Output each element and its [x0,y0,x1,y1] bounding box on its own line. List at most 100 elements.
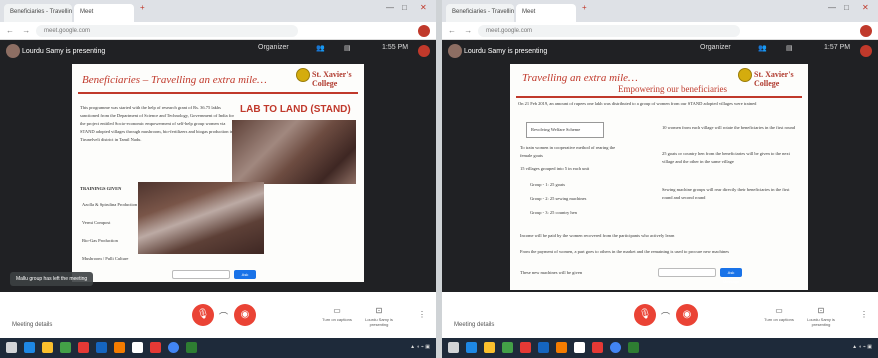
trainings-heading: TRAININGS GIVEN [80,186,122,191]
income-bullet: From the payment of women, a part goes t… [520,249,729,254]
meeting-details-button[interactable]: Meeting details [454,322,494,328]
meet-controls: Meeting details 🎙 ⌒ ◉ ▭ Turn on captions … [442,292,878,338]
college-name: St. Xavier's College [754,70,794,88]
income-bullet: These new machines will be given [520,270,583,275]
profile-icon[interactable] [860,25,872,37]
tab-meet[interactable]: Meet [516,4,576,22]
shared-slide: Travelling an extra mile… Empowering our… [510,64,808,290]
app-icon[interactable] [502,342,513,353]
slide-send-button[interactable]: Ask Message [234,270,256,282]
slide-send-button[interactable]: Ask Message [720,268,742,284]
clock: 1:55 PM [382,44,409,51]
app-icon[interactable] [78,342,89,353]
address-bar: ← → ⟳ meet.google.com [0,22,436,40]
college-logo-icon [738,68,752,82]
captions-icon: ▭ [775,306,783,315]
app-icon[interactable] [132,342,143,353]
present-button[interactable]: ⊡ Lourdu Samy is presenting [362,306,396,327]
app-icon[interactable] [520,342,531,353]
minimize-icon[interactable]: — [828,3,836,12]
url-field[interactable]: meet.google.com [36,25,298,37]
meet-top-bar: Lourdu Samy is presenting Organizer 👥 ▤ … [442,40,878,64]
camera-off-icon[interactable]: ◉ [676,304,698,326]
app-icon[interactable] [150,342,161,353]
present-icon: ⊡ [817,306,825,315]
minimize-icon[interactable]: — [386,3,394,12]
shared-slide: Beneficiaries – Travelling an extra mile… [72,64,364,282]
chrome-icon[interactable] [610,342,621,353]
training-item: Mushroom / Pulli Culture [82,256,129,261]
presenter-avatar [6,44,20,58]
more-options-icon[interactable]: ⋮ [860,310,868,319]
new-tab-icon[interactable]: + [140,3,145,12]
taskbar: ▲ ◖ ⌁ ▣ [442,338,878,358]
tab-slides[interactable]: Beneficiaries - Travelling an extra mile [446,4,514,22]
tab-meet[interactable]: Meet [74,4,134,22]
slide-subtitle: Empowering our beneficiaries [618,84,727,94]
camera-off-icon[interactable]: ◉ [234,304,256,326]
scheme-bullet: Group - 1: 25 goats [530,182,565,187]
edge-icon[interactable] [24,342,35,353]
scheme-box: Revolving Welfare Scheme [526,122,604,138]
app-icon[interactable] [538,342,549,353]
slide-title: Beneficiaries – Travelling an extra mile… [82,74,267,86]
mic-off-icon[interactable]: 🎙 [634,304,656,326]
title-rule [78,92,358,94]
app-icon[interactable] [114,342,125,353]
college-logo-icon [296,68,310,82]
app-icon[interactable] [96,342,107,353]
user-avatar[interactable] [860,45,872,57]
left-meeting-toast: Mallu group has left the meeting [10,272,94,286]
more-options-icon[interactable]: ⋮ [418,310,426,319]
new-tab-icon[interactable]: + [582,3,587,12]
explorer-icon[interactable] [42,342,53,353]
profile-icon[interactable] [418,25,430,37]
captions-button[interactable]: ▭ Turn on captions [320,306,354,322]
present-button[interactable]: ⊡ Lourdu Samy is presenting [804,306,838,327]
end-call-icon[interactable]: ⌒ [661,310,670,323]
system-tray: ▲ ◖ ⌁ ▣ [852,344,872,350]
app-icon[interactable] [556,342,567,353]
meet-top-bar: Lourdu Samy is presenting Organizer 👥 ▤ … [0,40,436,64]
chat-icon[interactable]: ▤ [786,44,793,52]
right-screen: Beneficiaries - Travelling an extra mile… [442,0,878,358]
app-icon[interactable] [628,342,639,353]
url-field[interactable]: meet.google.com [478,25,740,37]
stand-heading: LAB TO LAND (STAND) [240,104,351,115]
app-icon[interactable] [186,342,197,353]
people-icon[interactable]: 👥 [758,44,767,52]
user-avatar[interactable] [418,45,430,57]
training-item: Bio-Gas Production [82,238,118,243]
slide-message-input[interactable] [658,268,716,277]
maximize-icon[interactable]: □ [844,3,849,12]
organizer-label: Organizer [700,44,731,51]
chat-icon[interactable]: ▤ [344,44,351,52]
tab-bar: Beneficiaries - Travelling an extra mile… [442,0,878,22]
scheme-bullet: Group - 3: 25 country hen [530,210,577,215]
explorer-icon[interactable] [484,342,495,353]
end-call-icon[interactable]: ⌒ [219,310,228,323]
captions-button[interactable]: ▭ Turn on captions [762,306,796,322]
training-item: Vermi Compost [82,220,111,225]
edge-icon[interactable] [466,342,477,353]
people-icon[interactable]: 👥 [316,44,325,52]
close-icon[interactable]: ✕ [862,3,869,12]
close-icon[interactable]: ✕ [420,3,427,12]
slide-message-input[interactable] [172,270,230,279]
scheme-bullet: Group - 2: 25 sewing machines [530,196,587,201]
app-icon[interactable] [574,342,585,353]
app-icon[interactable] [60,342,71,353]
windows-start-icon[interactable] [6,342,17,353]
mic-off-icon[interactable]: 🎙 [192,304,214,326]
chrome-icon[interactable] [168,342,179,353]
college-name: St. Xavier's College [312,70,352,88]
maximize-icon[interactable]: □ [402,3,407,12]
app-icon[interactable] [592,342,603,353]
presenter-label: Lourdu Samy is presenting [22,48,106,55]
windows-start-icon[interactable] [448,342,459,353]
presenter-avatar [448,44,462,58]
clock: 1:57 PM [824,44,851,51]
scheme-label: Revolving Welfare Scheme [531,127,581,132]
tab-slides[interactable]: Beneficiaries - Travelling an extra mile [4,4,72,22]
meeting-details-button[interactable]: Meeting details [12,322,52,328]
